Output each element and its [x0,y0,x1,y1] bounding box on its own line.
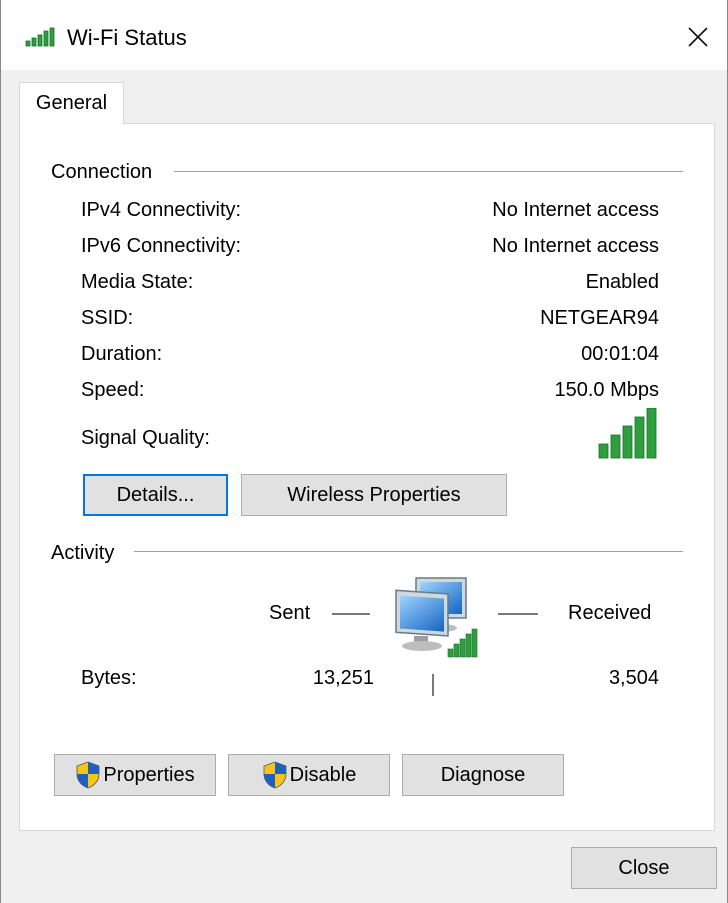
duration-label: Duration: [81,343,163,365]
activity-heading: Activity [51,542,115,564]
received-label: Received [568,602,652,624]
sent-label: Sent [269,602,311,624]
connection-heading: Connection [51,161,153,183]
media-state-label: Media State: [81,271,194,293]
diagnose-button[interactable]: Diagnose [402,754,564,796]
signal-quality-label: Signal Quality: [81,427,210,449]
close-button[interactable]: Close [571,847,717,889]
uac-shield-icon [262,761,288,789]
properties-button[interactable]: Properties [54,754,216,796]
wireless-properties-button[interactable]: Wireless Properties [241,474,507,516]
ssid-value: NETGEAR94 [540,307,659,329]
media-state-value: Enabled [585,271,659,293]
speed-label: Speed: [81,379,145,401]
ipv6-label: IPv6 Connectivity: [81,235,242,257]
sent-line [332,613,370,615]
ipv4-value: No Internet access [492,199,659,221]
ipv4-label: IPv4 Connectivity: [81,199,242,221]
close-icon[interactable] [675,14,721,60]
signal-quality-icon [597,407,659,465]
activity-divider [134,551,683,552]
signal-bar [622,425,633,459]
signal-bar [598,443,609,459]
network-computers-icon [392,574,490,669]
disable-label: Disable [289,763,357,786]
received-line [498,613,538,615]
signal-bar [646,407,657,459]
speed-value: 150.0 Mbps [554,379,659,401]
wifi-status-dialog: Wi-Fi Status General Connection IPv4 Con… [0,0,728,903]
window-title: Wi-Fi Status [67,25,187,50]
ssid-label: SSID: [81,307,134,329]
wifi-signal-icon [25,27,59,52]
title-bar: Wi-Fi Status [1,0,727,70]
disable-button[interactable]: Disable [228,754,390,796]
ipv6-value: No Internet access [492,235,659,257]
general-tab-panel: Connection IPv4 Connectivity: No Interne… [19,123,715,831]
bytes-label: Bytes: [81,667,137,689]
signal-bar [634,416,645,459]
tab-general[interactable]: General [19,82,124,124]
signal-bar [610,434,621,459]
activity-indicator-line [432,674,434,696]
details-button[interactable]: Details... [83,474,228,516]
uac-shield-icon [75,761,101,789]
bytes-sent-value: 13,251 [312,667,374,689]
connection-divider [174,171,683,172]
bytes-received-value: 3,504 [608,667,659,689]
properties-label: Properties [103,763,195,786]
duration-value: 00:01:04 [581,343,659,365]
